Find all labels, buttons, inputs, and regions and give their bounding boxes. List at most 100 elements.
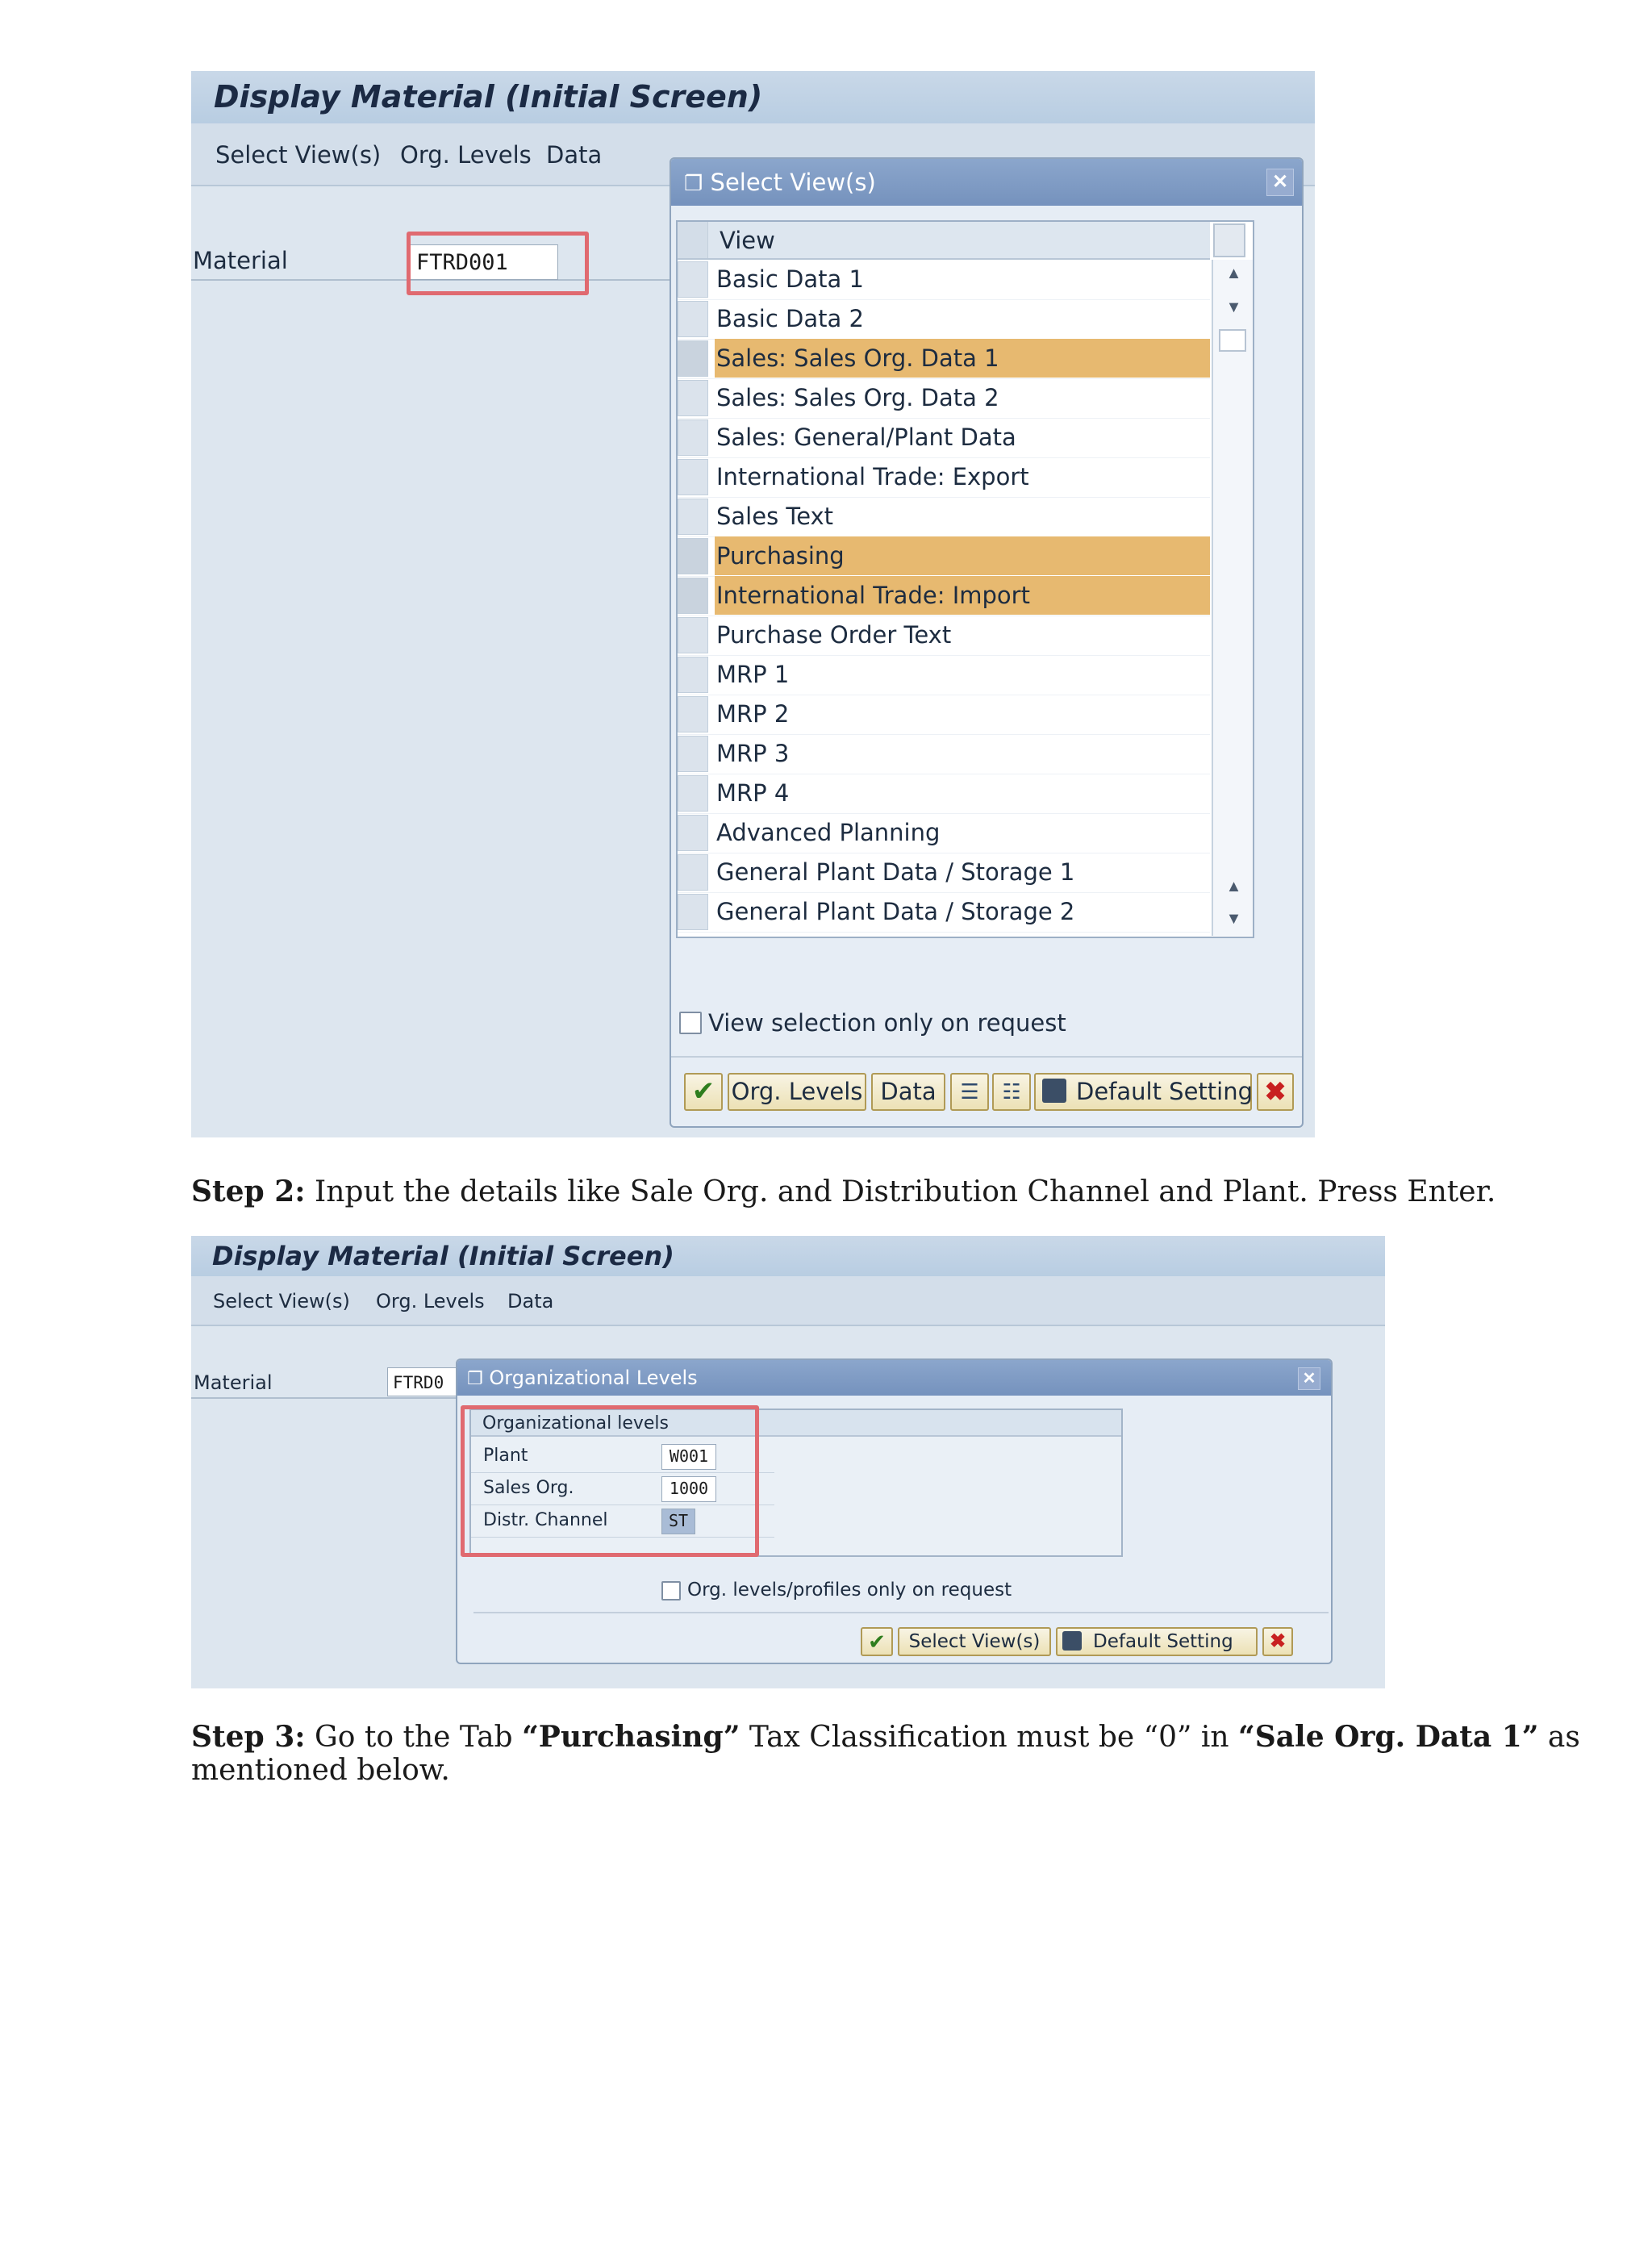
step3-text1: Go to the Tab — [305, 1721, 523, 1754]
row-selector[interactable] — [678, 499, 708, 535]
view-row[interactable]: MRP 3 — [678, 734, 1210, 774]
select-views-dialog: ❐ Select View(s) ✕ View Basic Data 1 Basi… — [670, 157, 1304, 1128]
row-selector[interactable] — [678, 301, 708, 337]
menu-org-levels[interactable]: Org. Levels — [400, 123, 532, 186]
step3-paragraph: Step 3: Go to the Tab “Purchasing” Tax C… — [191, 1720, 1580, 1755]
step3-label: Step 3: — [191, 1720, 306, 1754]
row-selector[interactable] — [678, 775, 708, 812]
scroll-page-down-icon[interactable]: ▼ — [1213, 910, 1254, 929]
row-selector[interactable] — [678, 419, 708, 456]
scroll-page-up-icon[interactable]: ▲ — [1213, 878, 1254, 896]
view-row[interactable]: MRP 1 — [678, 655, 1210, 695]
dialog-divider — [671, 1056, 1302, 1058]
data-button[interactable]: Data — [871, 1073, 945, 1111]
view-row[interactable]: Sales: Sales Org. Data 1 — [678, 339, 1210, 379]
select-all-views-icon[interactable]: ☰ — [950, 1073, 989, 1111]
row-selector[interactable] — [678, 578, 708, 614]
view-label: International Trade: Export — [716, 463, 1029, 490]
menu-select-views-2[interactable]: Select View(s) — [213, 1276, 350, 1326]
save-icon-2 — [1062, 1630, 1082, 1651]
view-row[interactable]: International Trade: Import — [678, 576, 1210, 616]
confirm-icon[interactable]: ✔ — [684, 1073, 723, 1111]
cancel-icon-2[interactable]: ✖ — [1262, 1627, 1293, 1656]
view-label: MRP 1 — [716, 661, 790, 688]
column-settings-icon[interactable] — [1213, 223, 1245, 257]
row-selector[interactable] — [678, 340, 708, 377]
row-selector[interactable] — [678, 815, 708, 851]
view-row[interactable]: Basic Data 1 — [678, 260, 1210, 300]
row-selector[interactable] — [678, 617, 708, 653]
menu-data-2[interactable]: Data — [507, 1276, 553, 1326]
dialog-window-icon-2: ❐ — [467, 1369, 483, 1389]
view-label: MRP 4 — [716, 779, 790, 807]
dialog-title: Select View(s) — [710, 169, 876, 196]
view-row[interactable]: International Trade: Export — [678, 457, 1210, 498]
view-row[interactable]: MRP 2 — [678, 695, 1210, 735]
view-label: Advanced Planning — [716, 819, 941, 846]
row-selector[interactable] — [678, 261, 708, 298]
view-label: Purchasing — [716, 542, 845, 570]
scroll-thumb[interactable] — [1219, 329, 1246, 352]
view-row[interactable]: Purchase Order Text — [678, 616, 1210, 656]
column-header-view: View — [720, 227, 775, 254]
default-setting-button-2[interactable]: Default Setting — [1056, 1627, 1258, 1656]
org-levels-button[interactable]: Org. Levels — [728, 1073, 866, 1111]
view-label: Purchase Order Text — [716, 621, 952, 649]
step2-text: Input the details like Sale Org. and Dis… — [305, 1175, 1496, 1208]
menu-bar-2: Select View(s) Org. Levels Data — [191, 1276, 1385, 1326]
org-levels-checkbox[interactable] — [661, 1581, 681, 1601]
step3-line2: mentioned below. — [191, 1754, 450, 1787]
menu-org-levels-2[interactable]: Org. Levels — [376, 1276, 485, 1326]
select-all-cell[interactable] — [678, 222, 708, 258]
row-selector[interactable] — [678, 380, 708, 416]
dialog-window-icon: ❐ — [684, 172, 703, 196]
view-row[interactable]: Advanced Planning — [678, 813, 1210, 853]
view-label: Sales: Sales Org. Data 1 — [716, 344, 999, 372]
row-selector[interactable] — [678, 894, 708, 930]
material-label: Material — [193, 247, 288, 274]
deselect-all-views-icon[interactable]: ☷ — [992, 1073, 1031, 1111]
scroll-up-icon[interactable]: ▲ — [1213, 265, 1254, 283]
default-setting-button[interactable]: Default Setting — [1034, 1073, 1253, 1111]
view-label: Sales: Sales Org. Data 2 — [716, 384, 999, 411]
menu-select-views[interactable]: Select View(s) — [215, 123, 381, 186]
view-label: General Plant Data / Storage 2 — [716, 898, 1075, 925]
window-title: Display Material (Initial Screen) — [191, 71, 1315, 123]
row-selector[interactable] — [678, 538, 708, 574]
views-table-header: View — [678, 222, 1210, 260]
screenshot-select-views: Display Material (Initial Screen) Select… — [191, 71, 1315, 1137]
view-row[interactable]: Basic Data 2 — [678, 299, 1210, 340]
step2-label: Step 2: — [191, 1175, 306, 1208]
menu-data[interactable]: Data — [546, 123, 602, 186]
select-views-button[interactable]: Select View(s) — [898, 1627, 1051, 1656]
row-selector[interactable] — [678, 657, 708, 693]
views-scrollbar[interactable]: ▲ ▼ ▲ ▼ — [1212, 260, 1253, 936]
step3-view: “Sale Org. Data 1” — [1237, 1720, 1539, 1754]
scroll-down-icon[interactable]: ▼ — [1213, 298, 1254, 317]
dialog-title-bar: ❐ Select View(s) — [671, 159, 1302, 206]
view-row[interactable]: Sales: Sales Org. Data 2 — [678, 378, 1210, 419]
step3-text3: as — [1538, 1721, 1580, 1754]
confirm-icon-2[interactable]: ✔ — [861, 1627, 893, 1656]
dialog-title-2: Organizational Levels — [489, 1367, 698, 1389]
view-row[interactable]: Purchasing — [678, 536, 1210, 577]
view-selection-checkbox[interactable] — [679, 1012, 702, 1034]
dialog-divider-2 — [473, 1612, 1329, 1613]
row-selector[interactable] — [678, 459, 708, 495]
view-label: International Trade: Import — [716, 582, 1030, 609]
material-label-2: Material — [194, 1371, 273, 1394]
row-selector[interactable] — [678, 736, 708, 772]
row-selector[interactable] — [678, 854, 708, 891]
cancel-icon[interactable]: ✖ — [1257, 1073, 1294, 1111]
row-selector[interactable] — [678, 696, 708, 732]
view-row[interactable]: Sales: General/Plant Data — [678, 418, 1210, 458]
view-label: Basic Data 2 — [716, 305, 864, 332]
step3-tab: “Purchasing” — [522, 1720, 740, 1754]
close-icon[interactable]: ✕ — [1266, 169, 1294, 196]
view-row[interactable]: General Plant Data / Storage 2 — [678, 892, 1210, 933]
view-row[interactable]: General Plant Data / Storage 1 — [678, 853, 1210, 893]
view-row[interactable]: Sales Text — [678, 497, 1210, 537]
close-icon-2[interactable]: ✕ — [1298, 1367, 1320, 1390]
view-row[interactable]: MRP 4 — [678, 774, 1210, 814]
save-icon — [1042, 1079, 1066, 1103]
